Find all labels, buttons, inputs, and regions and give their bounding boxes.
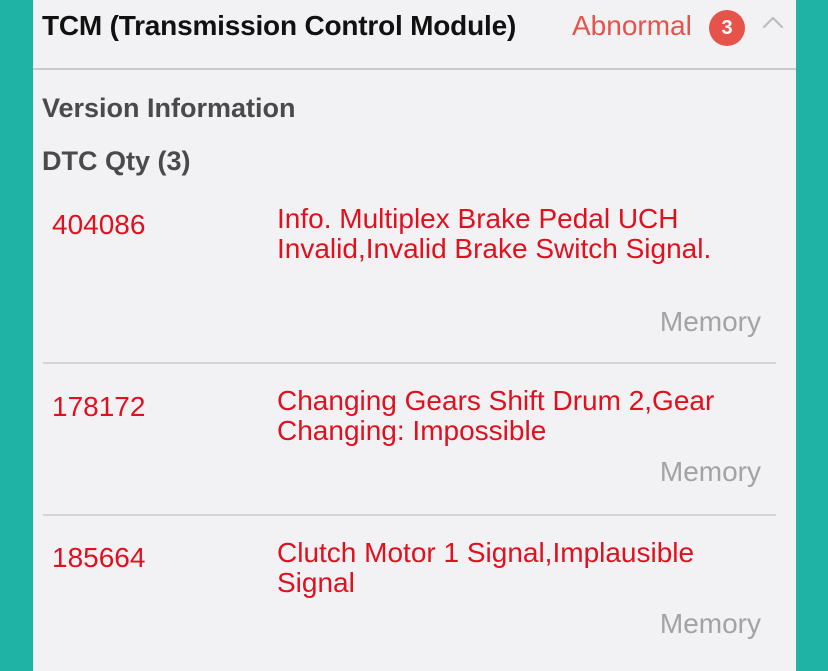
dtc-code: 185664	[52, 542, 146, 573]
module-title: TCM (Transmission Control Module)	[42, 10, 517, 41]
dtc-row[interactable]: 404086 Info. Multiplex Brake Pedal UCH I…	[43, 190, 776, 364]
dtc-description: Changing Gears Shift Drum 2,Gear Changin…	[277, 385, 715, 446]
module-header[interactable]: TCM (Transmission Control Module) Abnorm…	[33, 0, 796, 70]
dtc-code: 404086	[52, 209, 146, 240]
dtc-state: Memory	[659, 456, 761, 487]
dtc-row[interactable]: 185664 Clutch Motor 1 Signal,Implausible…	[43, 514, 776, 671]
dtc-state: Memory	[659, 306, 761, 337]
dtc-description: Info. Multiplex Brake Pedal UCH Invalid,…	[277, 203, 712, 264]
status-text: Abnormal	[572, 10, 692, 41]
dtc-count-badge: 3	[709, 10, 745, 46]
version-information-label[interactable]: Version Information	[42, 93, 296, 124]
dtc-state: Memory	[659, 608, 761, 639]
dtc-row[interactable]: 178172 Changing Gears Shift Drum 2,Gear …	[43, 362, 776, 516]
dtc-description: Clutch Motor 1 Signal,Implausible Signal	[277, 537, 695, 598]
chevron-up-icon[interactable]	[762, 12, 784, 34]
dtc-code: 178172	[52, 391, 146, 422]
module-panel: TCM (Transmission Control Module) Abnorm…	[33, 0, 796, 671]
dtc-qty-label: DTC Qty (3)	[42, 146, 191, 176]
